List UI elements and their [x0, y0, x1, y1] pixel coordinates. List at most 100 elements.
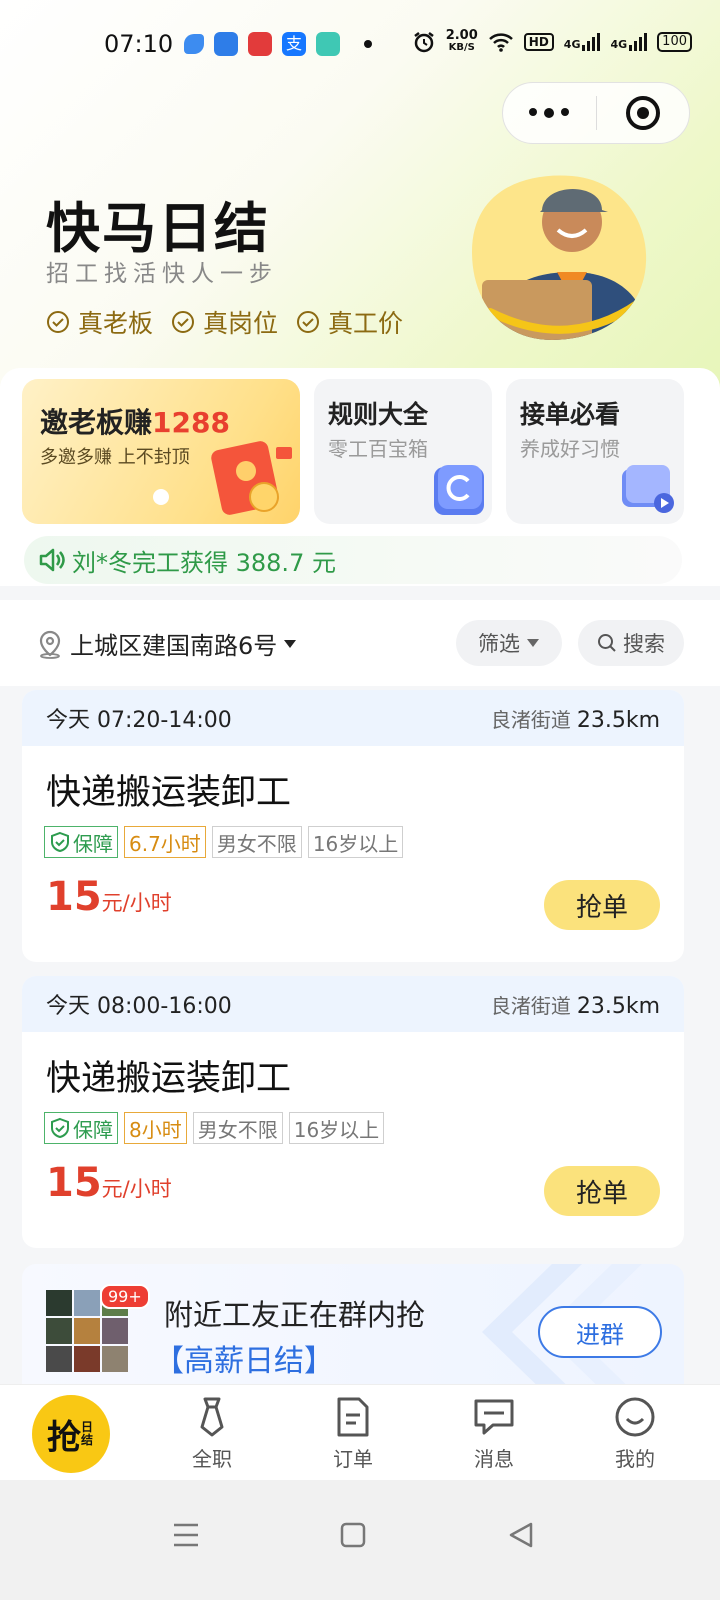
tag-label: 保障 — [73, 1117, 113, 1142]
job-street: 良渚街道 — [490, 993, 571, 1018]
search-button[interactable]: 搜索 — [578, 620, 684, 666]
video-folder-icon — [622, 465, 674, 513]
grab-order-button[interactable]: 抢单 — [544, 1166, 660, 1216]
job-title: 快递搬运装卸工 — [46, 773, 292, 813]
tab-main-small: 日结 — [81, 1420, 94, 1447]
job-time: 今天 08:00-16:00 — [46, 994, 232, 1019]
gender-tag: 男女不限 — [192, 1112, 283, 1144]
job-card-header: 今天 08:00-16:00 良渚街道 23.5km — [22, 976, 684, 1032]
close-miniapp-icon[interactable] — [597, 95, 690, 131]
delivery-worker-illustration — [472, 175, 647, 341]
price-unit: 元/小时 — [101, 1177, 172, 1201]
job-price: 15 元/小时 — [46, 874, 172, 920]
miniapp-capsule — [502, 82, 690, 144]
tab-profile[interactable]: 我的 — [595, 1395, 675, 1472]
signal-label: 4G — [610, 38, 628, 51]
tab-label: 全职 — [192, 1447, 232, 1471]
price-value: 15 — [46, 1160, 102, 1206]
tab-orders[interactable]: 订单 — [313, 1395, 393, 1472]
signal-bars-icon — [582, 33, 601, 51]
duration-tag: 8小时 — [124, 1112, 187, 1144]
more-options-icon[interactable] — [503, 108, 596, 118]
smile-face-icon — [615, 1397, 655, 1437]
promo-title: 邀老板赚1288 — [40, 401, 230, 441]
filter-bar: 上城区建国南路6号 筛选 搜索 — [0, 600, 720, 686]
app-title: 快马日结 — [46, 197, 270, 260]
job-location: 良渚街道 23.5km — [491, 990, 660, 1019]
age-tag: 16岁以上 — [288, 1112, 385, 1144]
guide-card[interactable]: 接单必看 养成好习惯 — [506, 379, 684, 524]
battery-indicator: 100 — [657, 32, 692, 52]
tab-messages[interactable]: 消息 — [454, 1395, 534, 1472]
document-icon — [337, 1397, 369, 1437]
trust-badge: 真岗位 — [171, 304, 278, 340]
job-card[interactable]: 今天 07:20-14:00 良渚街道 23.5km 快递搬运装卸工 保障 6.7… — [22, 690, 684, 962]
badge-label: 真工价 — [328, 309, 404, 338]
alarm-icon — [413, 32, 434, 53]
red-envelope-icon — [211, 441, 292, 515]
app-slogan: 招工找活快人一步 — [46, 261, 278, 287]
speaker-icon — [39, 548, 65, 572]
tag-label: 保障 — [73, 831, 113, 856]
guarantee-tag: 保障 — [44, 826, 118, 858]
wifi-icon — [488, 33, 513, 52]
job-card[interactable]: 今天 08:00-16:00 良渚街道 23.5km 快递搬运装卸工 保障 8小时… — [22, 976, 684, 1248]
phone-app-icon — [316, 32, 340, 56]
search-icon — [598, 634, 616, 652]
guide-subtitle: 养成好习惯 — [520, 437, 620, 461]
job-distance: 23.5km — [576, 993, 660, 1019]
guarantee-tag: 保障 — [44, 1112, 118, 1144]
speed-unit: KB/S — [448, 42, 475, 53]
more-notifications-dot — [364, 40, 372, 48]
trust-badges: 真老板 真岗位 真工价 — [46, 304, 403, 340]
promo-title-prefix: 邀老板赚 — [40, 406, 153, 439]
home-square-icon[interactable] — [340, 1522, 366, 1548]
status-indicators: 2.00 KB/S HD 4G 4G 100 — [412, 29, 692, 54]
alipay-icon: 支 — [282, 32, 306, 56]
signal-indicator-1: 4G — [564, 33, 601, 51]
group-highlight: 【高薪日结】 — [154, 1344, 334, 1379]
caret-down-icon — [527, 639, 539, 647]
tab-label: 我的 — [615, 1447, 655, 1471]
tab-label: 消息 — [474, 1447, 514, 1471]
earnings-ticker: 刘*冬完工获得 388.7 元 — [24, 536, 682, 584]
status-bar: 07:10 支 2.00 KB/S HD 4G 4G 100 — [0, 26, 720, 66]
job-title: 快递搬运装卸工 — [46, 1059, 292, 1099]
message-icon — [474, 1399, 514, 1435]
tie-icon — [200, 1397, 224, 1437]
rules-subtitle: 零工百宝箱 — [328, 437, 428, 461]
tab-grab-orders[interactable]: 抢 日结 — [32, 1395, 110, 1473]
tab-fulltime[interactable]: 全职 — [172, 1395, 252, 1472]
rules-card[interactable]: 规则大全 零工百宝箱 — [314, 379, 492, 524]
location-pin-icon — [39, 630, 61, 659]
trust-badge: 真老板 — [46, 304, 153, 340]
location-text: 上城区建国南路6号 — [70, 632, 278, 660]
age-tag: 16岁以上 — [307, 826, 404, 858]
network-speed: 2.00 KB/S — [446, 29, 478, 54]
back-triangle-icon[interactable] — [508, 1522, 534, 1548]
gender-tag: 男女不限 — [211, 826, 302, 858]
shield-check-icon — [51, 831, 69, 853]
promo-subtitle: 多邀多赚 上不封顶 — [40, 447, 190, 468]
rules-title: 规则大全 — [328, 400, 429, 429]
group-headline: 附近工友正在群内抢 — [164, 1298, 426, 1332]
app-notification-icon — [184, 34, 204, 54]
app-notification-icon — [248, 32, 272, 56]
signal-indicator-2: 4G — [610, 33, 648, 51]
join-group-button[interactable]: 进群 — [538, 1306, 662, 1358]
location-selector[interactable]: 上城区建国南路6号 — [36, 626, 297, 661]
check-circle-icon — [297, 311, 320, 333]
badge-label: 真岗位 — [203, 309, 279, 338]
filter-label: 筛选 — [478, 632, 520, 656]
filter-button[interactable]: 筛选 — [456, 620, 562, 666]
guide-title: 接单必看 — [520, 400, 621, 429]
join-group-banner[interactable]: 99+ 附近工友正在群内抢 【高薪日结】 进群 — [22, 1264, 684, 1400]
job-time: 今天 07:20-14:00 — [46, 708, 232, 733]
job-price: 15 元/小时 — [46, 1160, 172, 1206]
status-time: 07:10 — [104, 30, 174, 58]
job-distance: 23.5km — [576, 707, 660, 733]
job-location: 良渚街道 23.5km — [491, 704, 660, 733]
hd-indicator: HD — [523, 33, 554, 51]
menu-icon[interactable] — [172, 1522, 200, 1548]
grab-order-button[interactable]: 抢单 — [544, 880, 660, 930]
